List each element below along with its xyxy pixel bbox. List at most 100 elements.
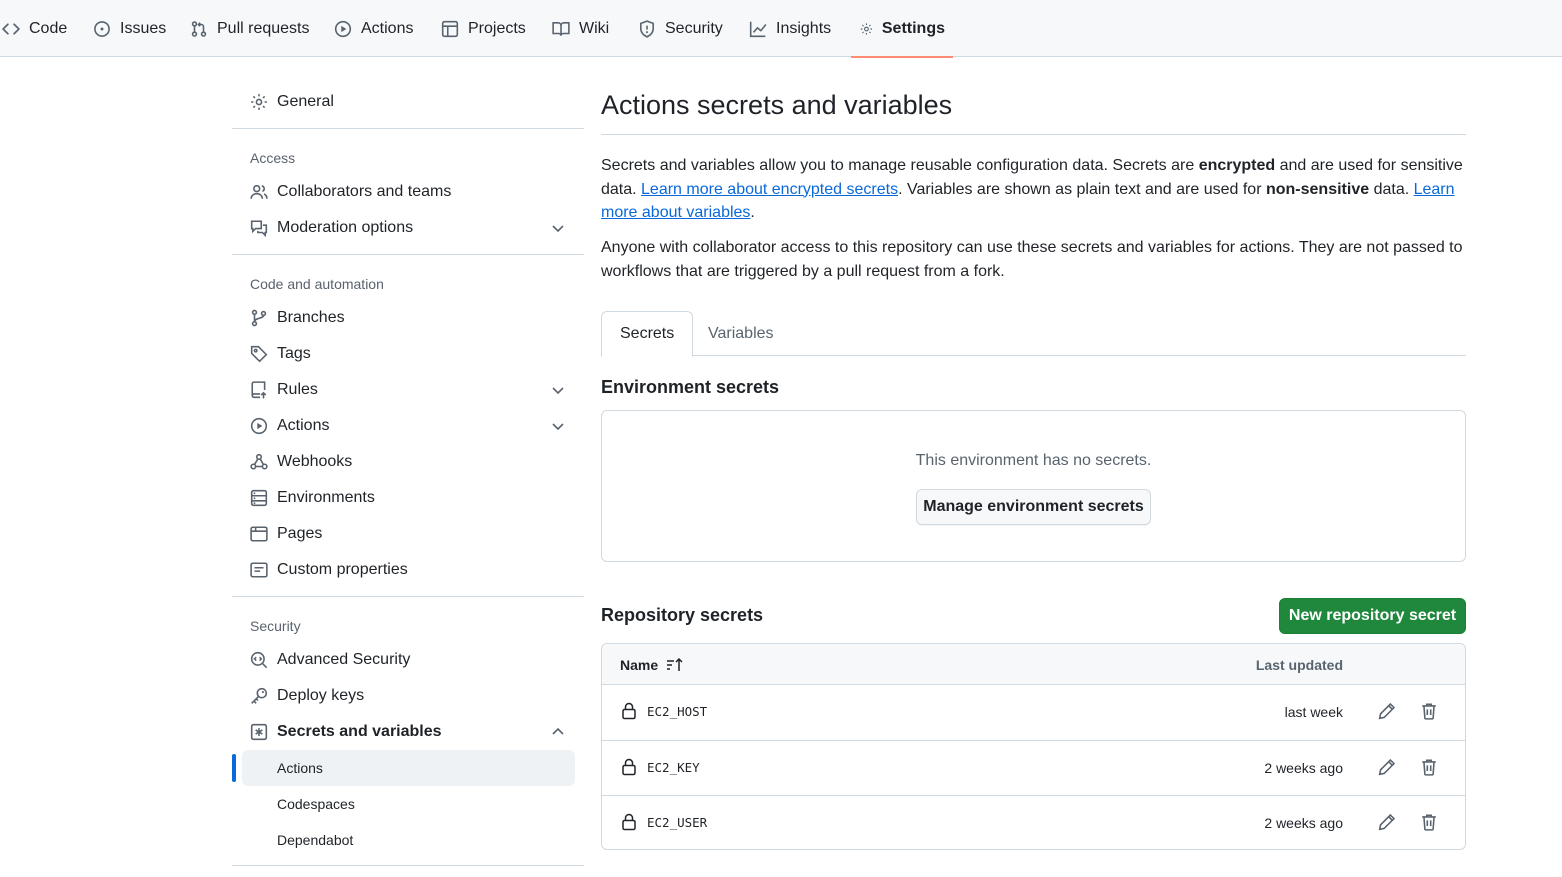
book-icon	[552, 21, 570, 36]
tab-projects[interactable]: Projects	[433, 0, 534, 57]
column-header-last-updated: Last updated	[1255, 657, 1343, 673]
sidebar-item-deploy-keys[interactable]: Deploy keys	[232, 678, 584, 714]
tab-label: Projects	[468, 19, 526, 37]
server-icon	[250, 489, 268, 507]
trash-icon[interactable]	[1420, 758, 1438, 776]
lock-icon	[622, 758, 636, 776]
chevron-down-icon	[552, 387, 564, 395]
chevron-up-icon	[552, 727, 564, 735]
lock-icon	[622, 702, 636, 720]
tab-security[interactable]: Security	[630, 0, 731, 57]
sidebar-subitem-codespaces[interactable]: Codespaces	[242, 786, 575, 822]
sidebar-divider	[232, 865, 584, 866]
sidebar-heading-access: Access	[250, 150, 296, 166]
secret-name: EC2_USER	[647, 815, 708, 830]
manage-environment-secrets-button[interactable]: Manage environment secrets	[916, 489, 1151, 525]
intro-segment: . Variables are shown as plain text and …	[898, 180, 1266, 198]
sidebar-item-label: Branches	[277, 309, 345, 326]
secret-name: EC2_KEY	[647, 760, 700, 775]
intro-text: Secrets and variables allow you to manag…	[601, 154, 1466, 225]
tab-label: Actions	[361, 19, 414, 37]
table-row: EC2_USER 2 weeks ago	[602, 795, 1465, 849]
sidebar-subitem-dependabot[interactable]: Dependabot	[242, 822, 575, 858]
sidebar-item-collaborators[interactable]: Collaborators and teams	[232, 174, 584, 210]
table-row: EC2_KEY 2 weeks ago	[602, 740, 1465, 795]
tab-settings[interactable]: Settings	[851, 0, 953, 58]
branch-icon	[251, 309, 267, 327]
graph-icon	[749, 21, 767, 37]
sidebar-item-advanced-security[interactable]: Advanced Security	[232, 642, 584, 678]
play-icon	[250, 417, 268, 435]
table-header: Name Last updated	[602, 644, 1465, 685]
sidebar-item-label: Dependabot	[277, 832, 354, 848]
tab-code[interactable]: Code	[0, 0, 75, 57]
intro-segment: Secrets and variables allow you to manag…	[601, 157, 1199, 174]
pencil-icon[interactable]	[1378, 813, 1396, 831]
key-asterisk-icon	[250, 723, 268, 741]
intro-segment: data.	[1369, 180, 1414, 198]
lock-icon	[622, 813, 636, 831]
column-header-name[interactable]: Name	[620, 657, 684, 673]
new-repository-secret-button[interactable]: New repository secret	[1279, 598, 1466, 634]
trash-icon[interactable]	[1420, 702, 1438, 720]
sidebar-item-pages[interactable]: Pages	[232, 516, 584, 552]
tab-variables[interactable]: Variables	[690, 311, 792, 356]
secret-updated: last week	[1284, 704, 1343, 720]
repository-secrets-heading: Repository secrets	[601, 605, 764, 625]
environment-secrets-heading: Environment secrets	[601, 377, 780, 397]
sidebar-item-label: Tags	[277, 345, 311, 362]
sidebar-item-label: Moderation options	[277, 219, 414, 236]
environment-secrets-box: This environment has no secrets. Manage …	[601, 410, 1466, 562]
tab-label: Settings	[881, 19, 945, 37]
sidebar-item-custom-properties[interactable]: Custom properties	[232, 552, 584, 588]
repository-secrets-table: Name Last updated EC2_HOST last week EC2…	[601, 643, 1466, 850]
sidebar-item-secrets-variables[interactable]: Secrets and variables	[232, 714, 584, 750]
people-icon	[250, 184, 268, 199]
sidebar-item-label: Rules	[277, 381, 318, 398]
sidebar-item-actions[interactable]: Actions	[232, 408, 584, 444]
sidebar-item-rules[interactable]: Rules	[232, 372, 584, 408]
comment-discussion-icon	[250, 220, 268, 237]
sidebar-item-general[interactable]: General	[232, 84, 584, 120]
sidebar-item-label: Secrets and variables	[277, 723, 442, 740]
intro-bold: encrypted	[1198, 157, 1276, 174]
page-title: Actions secrets and variables	[601, 90, 953, 120]
sort-ascending-icon[interactable]	[666, 657, 684, 673]
tab-actions[interactable]: Actions	[326, 0, 421, 57]
tab-issues[interactable]: Issues	[85, 0, 174, 57]
sidebar-item-label: Deploy keys	[277, 687, 365, 704]
sidebar-heading-security: Security	[250, 618, 301, 634]
sidebar-item-branches[interactable]: Branches	[232, 300, 584, 336]
tab-label: Issues	[120, 19, 167, 37]
sidebar-item-tags[interactable]: Tags	[232, 336, 584, 372]
note-icon	[250, 562, 268, 578]
tab-wiki[interactable]: Wiki	[544, 0, 617, 57]
webhook-icon	[250, 453, 268, 470]
sidebar-item-label: Actions	[277, 417, 330, 434]
sidebar-item-environments[interactable]: Environments	[232, 480, 584, 516]
sidebar-item-label: Collaborators and teams	[277, 183, 452, 200]
column-label: Name	[620, 657, 659, 673]
tab-secrets[interactable]: Secrets	[601, 311, 694, 357]
pencil-icon[interactable]	[1378, 702, 1396, 720]
sidebar-subitem-actions[interactable]: Actions	[242, 750, 575, 786]
sidebar-item-moderation[interactable]: Moderation options	[232, 210, 584, 246]
code-icon	[2, 22, 20, 35]
tab-insights[interactable]: Insights	[741, 0, 839, 57]
sidebar-divider	[232, 128, 584, 129]
table-row: EC2_HOST last week	[602, 685, 1465, 740]
sidebar-heading-code: Code and automation	[250, 276, 384, 292]
secret-updated: 2 weeks ago	[1264, 760, 1343, 776]
gear-icon	[251, 94, 267, 110]
trash-icon[interactable]	[1420, 813, 1438, 831]
active-indicator	[232, 754, 236, 782]
empty-state-message: This environment has no secrets.	[915, 452, 1152, 469]
tab-label: Insights	[776, 19, 832, 37]
tab-pull-requests[interactable]: Pull requests	[182, 0, 318, 57]
learn-more-secrets-link[interactable]: Learn more about encrypted secrets	[641, 181, 898, 198]
pencil-icon[interactable]	[1378, 758, 1396, 776]
tab-label: Pull requests	[217, 19, 310, 37]
play-icon	[334, 20, 352, 37]
tag-icon	[250, 345, 268, 363]
sidebar-item-webhooks[interactable]: Webhooks	[232, 444, 584, 480]
